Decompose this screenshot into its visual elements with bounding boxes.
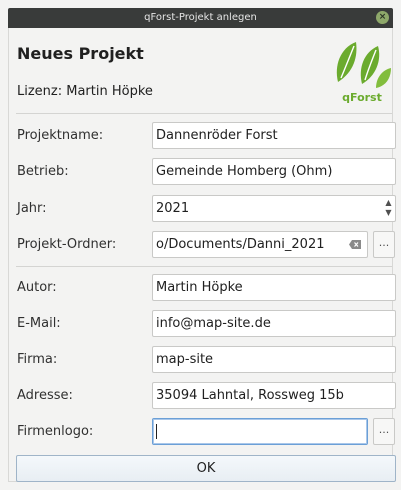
logo-text: qForst xyxy=(342,91,382,104)
firm-field[interactable]: map-site xyxy=(152,346,396,373)
year-value: 2021 xyxy=(156,201,190,216)
year-spinbox[interactable]: 2021 ▲ ▼ xyxy=(152,195,396,222)
firm-logo-field[interactable] xyxy=(152,418,368,445)
address-label: Adresse: xyxy=(17,388,73,403)
browse-folder-button[interactable]: ... xyxy=(373,231,395,258)
email-field[interactable]: info@map-site.de xyxy=(152,310,396,337)
ok-button[interactable]: OK xyxy=(16,455,396,482)
page-title: Neues Projekt xyxy=(17,44,144,63)
firm-label: Firma: xyxy=(17,352,58,367)
project-name-label: Projektname: xyxy=(17,128,104,143)
project-folder-label: Projekt-Ordner: xyxy=(17,237,117,252)
company-field[interactable]: Gemeinde Homberg (Ohm) xyxy=(152,158,396,185)
text-caret xyxy=(156,424,157,439)
qforst-logo: qForst xyxy=(332,38,392,106)
chevron-down-icon[interactable]: ▼ xyxy=(384,208,393,218)
title-bar[interactable]: qForst-Projekt anlegen × xyxy=(8,8,393,28)
browse-logo-button[interactable]: ... xyxy=(373,418,395,445)
email-label: E-Mail: xyxy=(17,316,61,331)
spin-buttons[interactable]: ▲ ▼ xyxy=(384,198,393,219)
firm-logo-label: Firmenlogo: xyxy=(17,424,94,439)
address-field[interactable]: 35094 Lahntal, Rossweg 15b xyxy=(152,382,396,409)
chevron-up-icon[interactable]: ▲ xyxy=(384,198,393,208)
license-text: Lizenz: Martin Höpke xyxy=(17,84,153,99)
author-label: Autor: xyxy=(17,280,57,295)
divider xyxy=(16,113,392,114)
close-icon[interactable]: × xyxy=(376,11,389,24)
dialog-window: qForst-Projekt anlegen × Neues Projekt L… xyxy=(0,0,401,490)
leaves-logo-icon xyxy=(336,42,391,88)
window-title: qForst-Projekt anlegen xyxy=(144,12,257,23)
project-folder-field[interactable]: o/Documents/Danni_2021 xyxy=(152,231,368,258)
project-name-field[interactable]: Dannenröder Forst xyxy=(152,122,396,149)
company-label: Betrieb: xyxy=(17,164,69,179)
author-field[interactable]: Martin Höpke xyxy=(152,274,396,301)
backspace-clear-icon[interactable] xyxy=(349,240,361,249)
year-label: Jahr: xyxy=(17,201,47,216)
project-folder-value: o/Documents/Danni_2021 xyxy=(156,237,325,252)
divider xyxy=(16,266,392,267)
